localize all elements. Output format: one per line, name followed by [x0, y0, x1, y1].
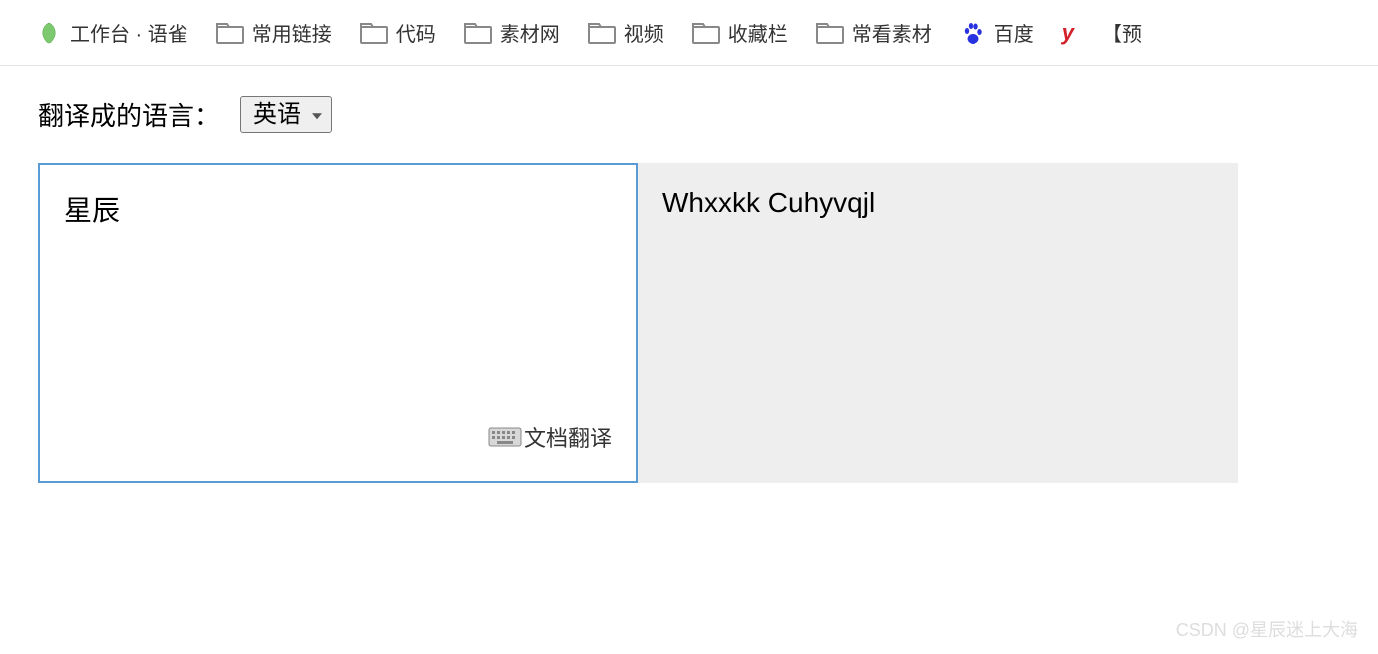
- bookmark-yuque[interactable]: 工作台 · 语雀: [22, 14, 202, 51]
- bookmark-label: 视频: [624, 18, 664, 47]
- yuque-icon: [36, 20, 62, 46]
- keyboard-icon: [488, 426, 522, 448]
- bookmark-label: 百度: [994, 18, 1034, 47]
- bookmark-label: 【预: [1102, 18, 1142, 47]
- baidu-icon: [960, 20, 986, 46]
- bookmark-y[interactable]: y: [1048, 16, 1088, 50]
- bookmark-label: 工作台 · 语雀: [70, 18, 188, 47]
- bookmark-label: 代码: [396, 18, 436, 47]
- output-text: Whxxkk Cuhyvqjl: [662, 187, 1214, 219]
- language-label: 翻译成的语言：: [38, 96, 220, 133]
- bookmark-preview[interactable]: 【预: [1088, 14, 1156, 51]
- bookmark-bar: 工作台 · 语雀 常用链接 代码 素材网 视频 收藏栏 常看素材: [0, 0, 1378, 66]
- watermark: CSDN @星辰迷上大海: [1176, 616, 1358, 642]
- doc-translate-button[interactable]: 文档翻译: [488, 421, 612, 453]
- input-pane: 星辰: [38, 163, 638, 483]
- folder-icon: [588, 22, 616, 44]
- language-row: 翻译成的语言： 英语: [38, 96, 1340, 133]
- bookmark-folder-favorites[interactable]: 收藏栏: [678, 14, 802, 51]
- folder-icon: [692, 22, 720, 44]
- doc-translate-label: 文档翻译: [524, 421, 612, 453]
- folder-icon: [816, 22, 844, 44]
- bookmark-label: 常用链接: [252, 18, 332, 47]
- bookmark-folder-common-links[interactable]: 常用链接: [202, 14, 346, 51]
- bookmark-label: 常看素材: [852, 18, 932, 47]
- bookmark-folder-code[interactable]: 代码: [346, 14, 450, 51]
- main-content: 翻译成的语言： 英语 星辰: [0, 66, 1378, 513]
- translate-box: 星辰: [38, 163, 1238, 483]
- bookmark-baidu[interactable]: 百度: [946, 14, 1048, 51]
- y-icon: y: [1062, 20, 1074, 46]
- bookmark-folder-often-view[interactable]: 常看素材: [802, 14, 946, 51]
- bookmark-folder-video[interactable]: 视频: [574, 14, 678, 51]
- folder-icon: [360, 22, 388, 44]
- output-pane: Whxxkk Cuhyvqjl: [638, 163, 1238, 483]
- folder-icon: [464, 22, 492, 44]
- folder-icon: [216, 22, 244, 44]
- bookmark-label: 收藏栏: [728, 18, 788, 47]
- language-select[interactable]: 英语: [240, 96, 332, 133]
- language-select-wrap: 英语: [240, 96, 332, 133]
- bookmark-label: 素材网: [500, 18, 560, 47]
- input-textarea[interactable]: 星辰: [64, 189, 612, 457]
- bookmark-folder-material[interactable]: 素材网: [450, 14, 574, 51]
